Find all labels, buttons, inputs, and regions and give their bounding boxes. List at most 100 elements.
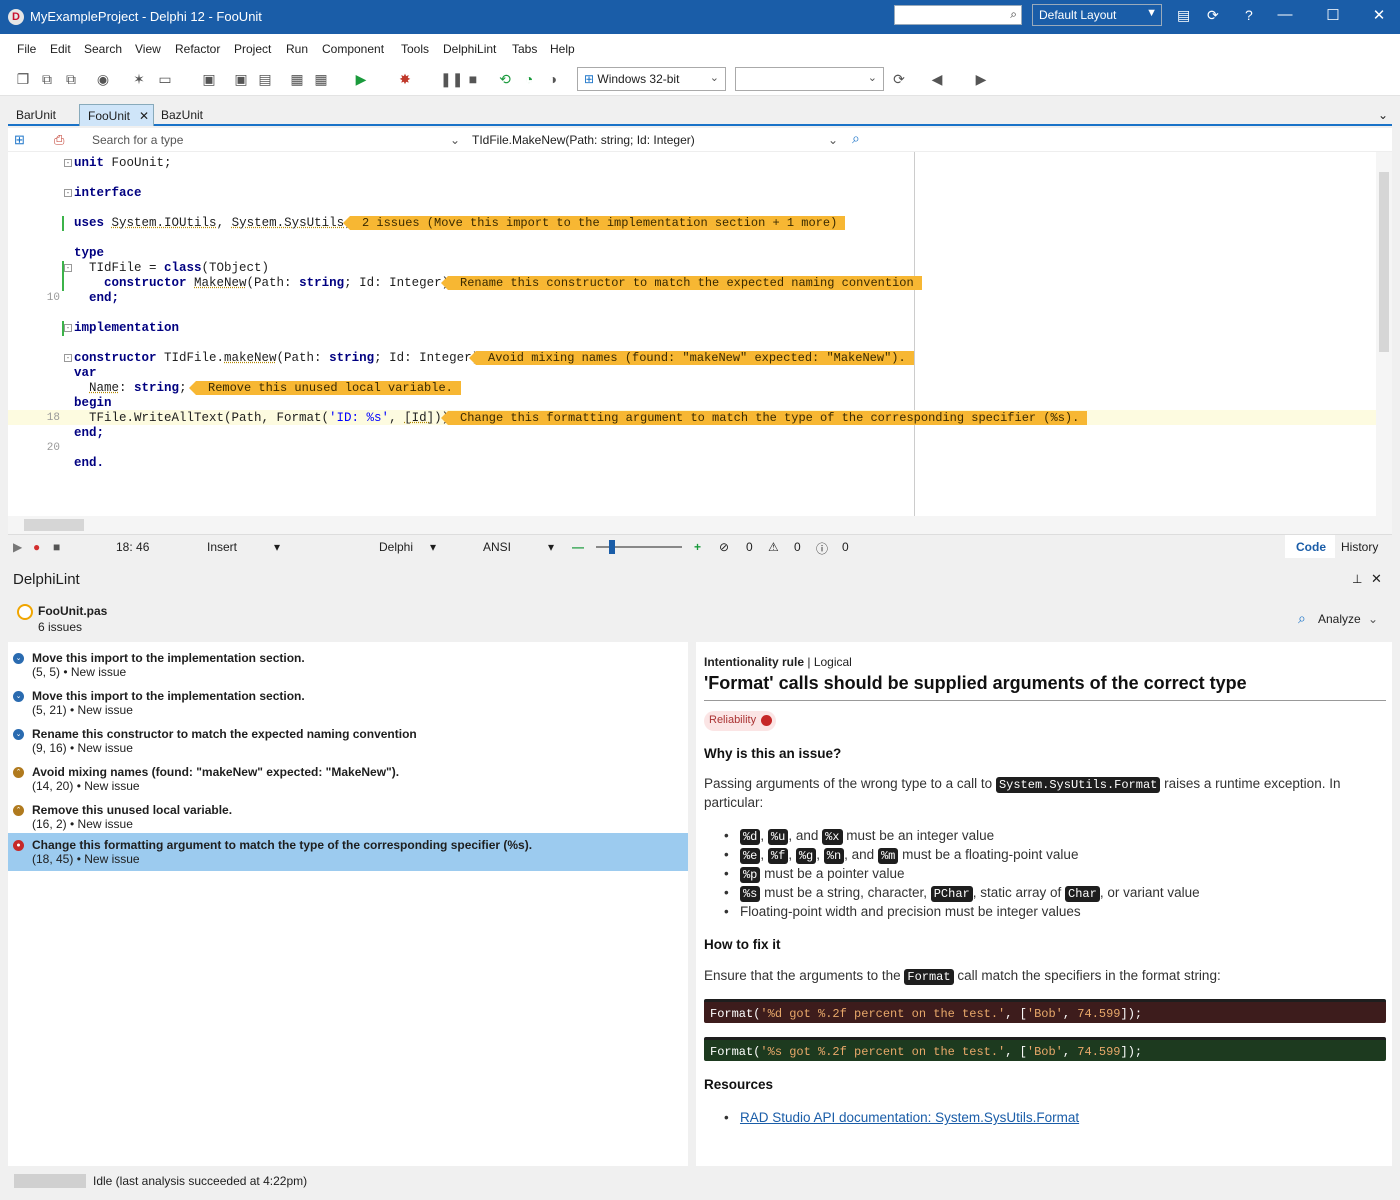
record-macro-icon[interactable]: ●	[33, 540, 40, 554]
stop-icon[interactable]: ■	[464, 70, 482, 88]
code-line-10: end;	[74, 291, 120, 305]
type-search-input[interactable]: Search for a type	[92, 133, 183, 147]
ide-search-input[interactable]: ⌕	[894, 5, 1022, 25]
chevron-down-icon[interactable]: ⌄	[1368, 612, 1378, 626]
chevron-down-icon[interactable]: ▾	[274, 540, 280, 554]
pause-icon[interactable]: ❚❚	[440, 70, 463, 88]
layout-select[interactable]: Default Layout ▼	[1032, 4, 1162, 26]
chevron-down-icon[interactable]: ▾	[548, 540, 554, 554]
inline-issue-14[interactable]: Avoid mixing names (found: "makeNew" exp…	[469, 351, 914, 365]
menu-delphilint[interactable]: DelphiLint	[443, 42, 496, 56]
inline-issue-5[interactable]: 2 issues (Move this import to the implem…	[342, 216, 846, 230]
vertical-scrollbar[interactable]	[1376, 152, 1392, 516]
maximize-button[interactable]: ☐	[1318, 6, 1348, 24]
encoding[interactable]: ANSI	[483, 540, 511, 554]
platform-select[interactable]: ⊞ Windows 32-bit ⌄	[577, 67, 726, 91]
close-button[interactable]: ✕	[1364, 6, 1394, 24]
menu-refactor[interactable]: Refactor	[175, 42, 220, 56]
chevron-down-icon[interactable]: ⌄	[828, 133, 838, 147]
monitor-dropdown-icon[interactable]: ⟳	[1207, 7, 1219, 24]
run-icon[interactable]: ▶	[352, 70, 370, 88]
help-icon[interactable]: ?	[1245, 7, 1253, 23]
menu-view[interactable]: View	[135, 42, 161, 56]
code-editor[interactable]: - unit FooUnit; - interface uses System.…	[8, 152, 1376, 516]
list-item[interactable]: ⌄ Move this import to the implementation …	[8, 646, 688, 684]
code-line-12: implementation	[74, 321, 180, 335]
save-all-icon[interactable]: ▣	[232, 70, 250, 88]
menu-tools[interactable]: Tools	[401, 42, 429, 56]
new-items-icon[interactable]: ❐	[14, 70, 32, 88]
inline-issue-18[interactable]: Change this formatting argument to match…	[440, 411, 1088, 425]
fold-toggle[interactable]: -	[64, 189, 72, 197]
sync-icon[interactable]: ⟳	[890, 70, 908, 88]
stop-macro-icon[interactable]: ■	[53, 540, 60, 554]
menu-component[interactable]: Component	[322, 42, 384, 56]
menu-file[interactable]: File	[17, 42, 36, 56]
list-item-selected[interactable]: ● Change this formatting argument to matc…	[8, 833, 688, 871]
menu-search[interactable]: Search	[84, 42, 122, 56]
play-macro-icon[interactable]: ▶	[13, 540, 22, 554]
tab-bazunit[interactable]: BazUnit	[153, 104, 211, 126]
close-tab-icon[interactable]: ✕	[139, 109, 149, 123]
print-icon[interactable]: ⎙	[54, 132, 64, 148]
tab-history[interactable]: History	[1341, 540, 1378, 554]
language-mode[interactable]: Delphi	[379, 540, 413, 554]
analyze-button[interactable]: Analyze	[1318, 612, 1361, 626]
minimize-button[interactable]: —	[1270, 6, 1300, 23]
inline-issue-16[interactable]: Remove this unused local variable.	[189, 381, 461, 395]
run-until-return-icon[interactable]: ◑	[544, 70, 562, 88]
insert-mode[interactable]: Insert	[207, 540, 237, 554]
method-select[interactable]: TIdFile.MakeNew(Path: string; Id: Intege…	[472, 133, 695, 147]
menu-tabs[interactable]: Tabs	[512, 42, 537, 56]
menu-run[interactable]: Run	[286, 42, 308, 56]
remove-from-project-icon[interactable]: ▦	[312, 70, 330, 88]
list-item[interactable]: ⌃ Remove this unused local variable. (16, …	[8, 798, 688, 836]
debug-icon[interactable]: ✸	[396, 70, 414, 88]
step-over-icon[interactable]: ⟲	[496, 70, 514, 88]
clone-icon[interactable]: ⧉	[62, 70, 80, 88]
horizontal-scrollbar[interactable]	[8, 516, 1392, 534]
fold-toggle[interactable]: -	[64, 159, 72, 167]
copy-icon[interactable]: ⧉	[38, 70, 56, 88]
inline-issue-9[interactable]: Rename this constructor to match the exp…	[441, 276, 922, 290]
zoom-in-icon[interactable]: +	[694, 540, 701, 554]
new-file-icon[interactable]: ✶	[130, 70, 148, 88]
tab-foounit[interactable]: FooUnit ✕	[79, 104, 154, 126]
add-to-project-icon[interactable]: ▦	[288, 70, 306, 88]
structure-icon[interactable]: ⊞	[14, 132, 25, 148]
tabs-dropdown-icon[interactable]: ⌄	[1378, 108, 1388, 122]
resource-link[interactable]: RAD Studio API documentation: System.Sys…	[740, 1110, 1079, 1125]
back-icon[interactable]: ◀	[928, 70, 946, 88]
menu-help[interactable]: Help	[550, 42, 575, 56]
menu-project[interactable]: Project	[234, 42, 271, 56]
list-item[interactable]: ⌄ Move this import to the implementation …	[8, 684, 688, 722]
chevron-down-icon[interactable]: ⌄	[450, 133, 460, 147]
close-panel-icon[interactable]: ✕	[1371, 571, 1382, 587]
list-item[interactable]: ⌃ Avoid mixing names (found: "makeNew" ex…	[8, 760, 688, 798]
lint-status-icon	[17, 604, 33, 620]
menu-edit[interactable]: Edit	[50, 42, 71, 56]
list-item[interactable]: ⌄ Rename this constructor to match the ex…	[8, 722, 688, 760]
forward-icon[interactable]: ▶	[972, 70, 990, 88]
desktop-icon[interactable]: ▤	[1177, 7, 1190, 24]
pin-icon[interactable]: ⊥	[1352, 572, 1362, 586]
tab-code[interactable]: Code	[1285, 535, 1335, 558]
open-remote-icon[interactable]: ◉	[94, 70, 112, 88]
configuration-select[interactable]: ⌄	[735, 67, 884, 91]
open-project-icon[interactable]: ▤	[256, 70, 274, 88]
modified-marker	[62, 276, 64, 291]
zoom-out-icon[interactable]: —	[572, 540, 584, 554]
open-folder-icon[interactable]: ▭	[156, 70, 174, 88]
right-margin-line	[914, 152, 915, 516]
code-line-15: var	[74, 366, 97, 380]
save-icon[interactable]: ▣	[200, 70, 218, 88]
toolbar: ❐ ⧉ ⧉ ◉ ✶ ▭ ▣ ▣ ▤ ▦ ▦ ▶ ✸ ❚❚ ■ ⟲ ◔ ◑ ⊞ W…	[0, 62, 1400, 96]
search-icon[interactable]: ⌕	[852, 130, 860, 147]
fold-toggle[interactable]: -	[64, 324, 72, 332]
fold-toggle[interactable]: -	[64, 354, 72, 362]
trace-into-icon[interactable]: ◔	[520, 70, 538, 88]
fold-toggle[interactable]: -	[64, 264, 72, 272]
chevron-down-icon[interactable]: ▾	[430, 540, 436, 554]
tab-barunit[interactable]: BarUnit	[8, 104, 64, 126]
zoom-slider-thumb[interactable]	[609, 540, 615, 554]
